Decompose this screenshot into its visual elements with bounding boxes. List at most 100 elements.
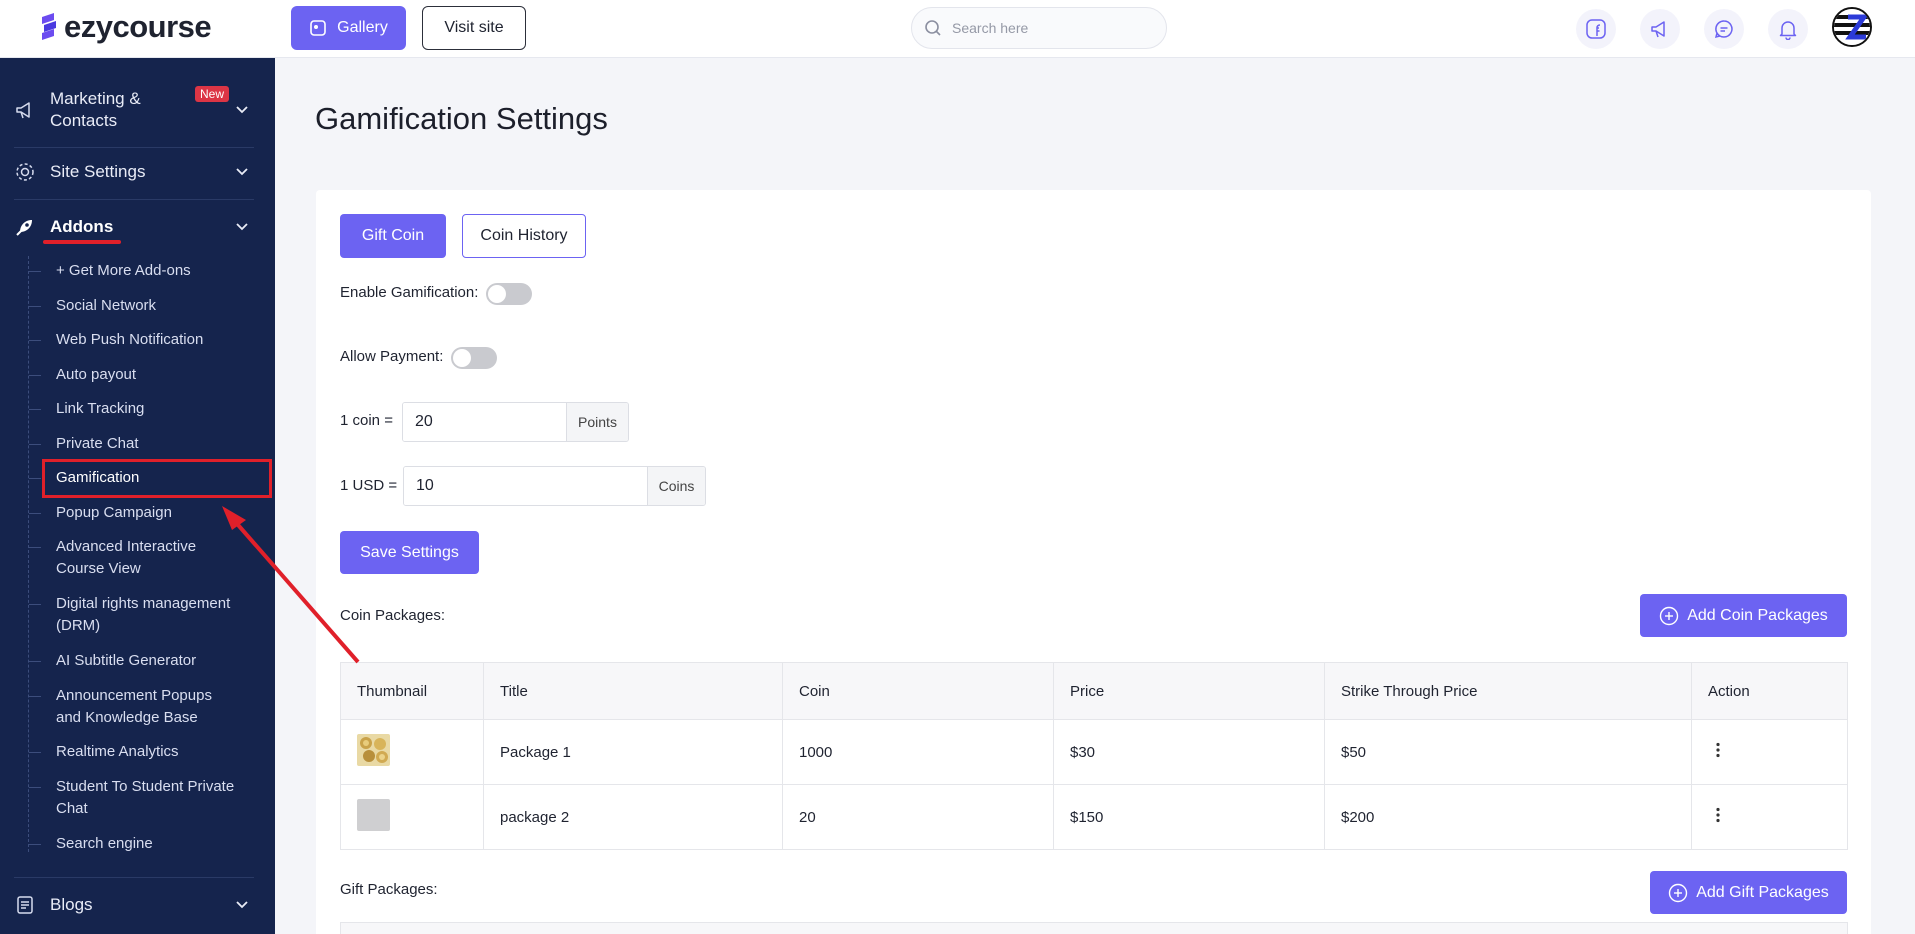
announcements-button[interactable] xyxy=(1640,9,1680,49)
visit-site-button[interactable]: Visit site xyxy=(422,6,526,50)
chevron-down-icon xyxy=(236,168,248,176)
gift-packages-label: Gift Packages: xyxy=(340,881,438,898)
facebook-icon xyxy=(1586,19,1606,39)
subitem-label: Social Network xyxy=(56,297,157,314)
plus-circle-icon xyxy=(1660,606,1679,625)
usd-rate-group: Coins xyxy=(403,466,706,506)
sidebar-subitem-link-tracking[interactable]: Link Tracking xyxy=(29,398,241,420)
coin-rate-input[interactable] xyxy=(403,403,566,441)
document-icon xyxy=(17,896,33,914)
messages-button[interactable] xyxy=(1704,9,1744,49)
column-header: Coin xyxy=(782,662,1054,720)
more-vertical-icon[interactable] xyxy=(1708,740,1728,760)
enable-gamification-label: Enable Gamification: xyxy=(340,284,479,301)
sidebar-subitem-get-more-addons[interactable]: + Get More Add-ons xyxy=(29,260,241,282)
usd-rate-label: 1 USD = xyxy=(340,477,398,494)
table-row: Package 1 1000 $30 $50 xyxy=(340,719,1848,785)
sidebar-subitem-web-push-notification[interactable]: Web Push Notification xyxy=(29,329,241,351)
rocket-icon xyxy=(16,220,32,236)
chevron-down-icon xyxy=(236,901,248,909)
subitem-label: Advanced Interactive Course View xyxy=(56,538,197,577)
sidebar-subitem-announcement-popups[interactable]: Announcement Popups and Knowledge Base xyxy=(29,685,241,729)
sidebar-item-label: Blogs xyxy=(50,895,93,914)
sidebar-item-addons[interactable]: Addons xyxy=(14,215,254,239)
avatar-logo-icon xyxy=(1834,9,1870,45)
subitem-label: Announcement Popups and Knowledge Base xyxy=(56,687,212,726)
column-header: Thumbnail xyxy=(340,662,484,720)
new-badge: New xyxy=(195,86,230,102)
logo[interactable]: ezycourse xyxy=(38,8,212,46)
subitem-label: Private Chat xyxy=(56,435,139,452)
table-header-row: Thumbnail Title Coin Price Strike Throug… xyxy=(340,662,1848,720)
brand-name: ezycourse xyxy=(64,9,212,44)
sidebar-subitem-realtime-analytics[interactable]: Realtime Analytics xyxy=(29,741,241,763)
subitem-label: + Get More Add-ons xyxy=(56,262,191,279)
sidebar-item-label: Site Settings xyxy=(50,162,146,181)
gear-icon xyxy=(16,163,34,181)
thumbnail-cell xyxy=(340,784,484,850)
action-cell xyxy=(1691,719,1848,785)
title-cell: Package 1 xyxy=(483,719,783,785)
sidebar-item-site-settings[interactable]: Site Settings xyxy=(14,160,254,184)
subitem-label: Realtime Analytics xyxy=(56,743,179,760)
toggle-knob xyxy=(453,349,471,367)
sidebar-subitem-private-chat[interactable]: Private Chat xyxy=(29,433,241,455)
tab-coin-history[interactable]: Coin History xyxy=(462,214,586,258)
allow-payment-toggle[interactable] xyxy=(451,347,497,369)
sidebar-subitem-student-private-chat[interactable]: Student To Student Private Chat xyxy=(29,776,241,820)
column-header: Action xyxy=(1691,662,1848,720)
facebook-button[interactable] xyxy=(1576,9,1616,49)
avatar[interactable] xyxy=(1832,7,1872,47)
enable-gamification-toggle[interactable] xyxy=(486,283,532,305)
gift-packages-table xyxy=(340,922,1848,934)
sidebar-subitem-ai-subtitle-generator[interactable]: AI Subtitle Generator xyxy=(29,650,241,672)
add-coin-packages-button[interactable]: Add Coin Packages xyxy=(1640,594,1847,637)
search-box[interactable] xyxy=(911,7,1167,49)
strike-price-cell: $50 xyxy=(1324,719,1692,785)
coin-cell: 1000 xyxy=(782,719,1054,785)
sidebar-subitem-popup-campaign[interactable]: Popup Campaign xyxy=(29,502,241,524)
more-vertical-icon[interactable] xyxy=(1708,805,1728,825)
subitem-label: Web Push Notification xyxy=(56,331,204,348)
add-gift-packages-button[interactable]: Add Gift Packages xyxy=(1650,871,1847,914)
gallery-label: Gallery xyxy=(337,19,388,36)
subitem-label: Search engine xyxy=(56,835,153,852)
coins-thumbnail xyxy=(357,734,390,766)
gallery-button[interactable]: Gallery xyxy=(291,6,406,50)
notifications-button[interactable] xyxy=(1768,9,1808,49)
column-header: Title xyxy=(483,662,783,720)
coin-rate-label: 1 coin = xyxy=(340,412,393,429)
sidebar-item-blogs[interactable]: Blogs xyxy=(14,893,254,917)
sidebar-subitem-search-engine[interactable]: Search engine xyxy=(29,833,241,855)
add-gift-packages-label: Add Gift Packages xyxy=(1696,883,1829,901)
sidebar-subitem-auto-payout[interactable]: Auto payout xyxy=(29,364,241,386)
visit-site-label: Visit site xyxy=(444,19,504,36)
megaphone-icon xyxy=(1651,21,1665,38)
coin-packages-table: Thumbnail Title Coin Price Strike Throug… xyxy=(340,662,1848,850)
coin-packages-label: Coin Packages: xyxy=(340,607,446,624)
sidebar-divider xyxy=(14,877,254,878)
toggle-knob xyxy=(488,285,506,303)
addons-annotation-underline xyxy=(43,240,121,244)
tab-gift-coin[interactable]: Gift Coin xyxy=(340,214,446,258)
allow-payment-label: Allow Payment: xyxy=(340,348,444,365)
sidebar-divider xyxy=(14,199,254,200)
placeholder-thumbnail xyxy=(357,799,390,831)
sidebar-subitem-advanced-interactive-course-view[interactable]: Advanced Interactive Course View xyxy=(29,536,241,580)
sidebar-subitem-drm[interactable]: Digital rights management (DRM) xyxy=(29,593,241,637)
subitem-label: Auto payout xyxy=(56,366,137,383)
subitem-label: AI Subtitle Generator xyxy=(56,652,197,669)
search-input[interactable] xyxy=(952,20,1152,36)
coin-cell: 20 xyxy=(782,784,1054,850)
title-cell: package 2 xyxy=(483,784,783,850)
usd-rate-input[interactable] xyxy=(404,467,647,505)
sidebar-item-label: Marketing & Contacts xyxy=(50,89,141,130)
sidebar-subitem-social-network[interactable]: Social Network xyxy=(29,295,241,317)
bell-icon xyxy=(1779,21,1797,40)
coin-rate-unit: Points xyxy=(566,403,628,441)
save-settings-button[interactable]: Save Settings xyxy=(340,531,479,574)
action-cell xyxy=(1691,784,1848,850)
plus-circle-icon xyxy=(1669,883,1688,902)
strike-price-cell: $200 xyxy=(1324,784,1692,850)
table-row: package 2 20 $150 $200 xyxy=(340,784,1848,850)
